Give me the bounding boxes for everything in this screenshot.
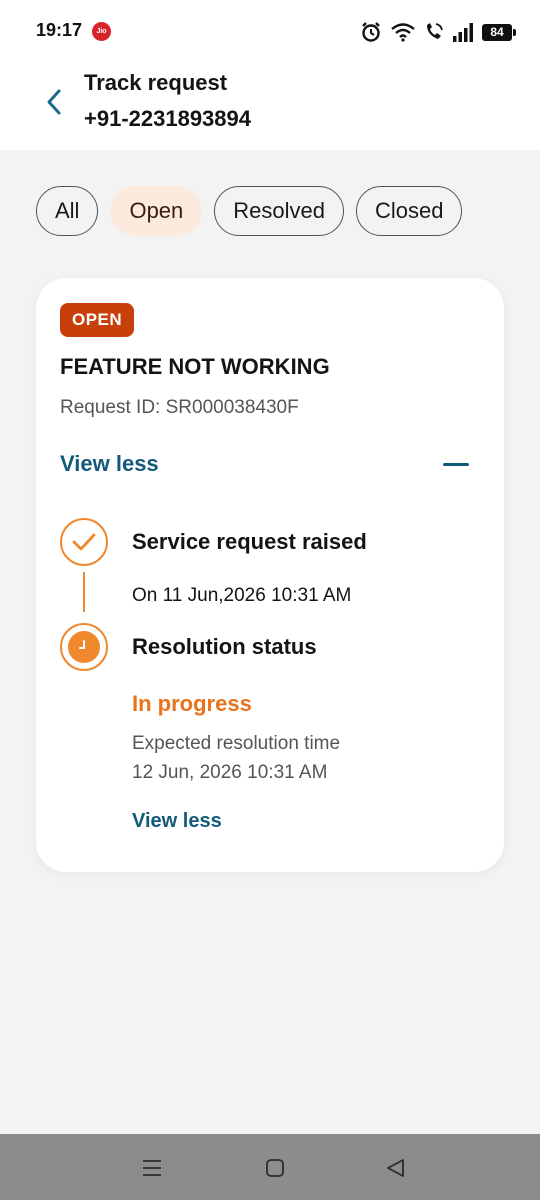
battery-icon: 84 <box>482 23 516 41</box>
timeline-title-raised: Service request raised <box>132 529 367 554</box>
back-icon <box>387 1159 404 1177</box>
timeline-connector <box>83 572 85 612</box>
request-title: FEATURE NOT WORKING <box>60 354 330 379</box>
collapse-button[interactable] <box>440 450 472 478</box>
expected-resolution-date: 12 Jun, 2026 10:31 AM <box>132 762 328 783</box>
filter-chips: All Open Resolved Closed <box>36 186 463 236</box>
nav-home-button[interactable] <box>259 1152 291 1184</box>
nav-recents-button[interactable] <box>136 1152 168 1184</box>
filter-open[interactable]: Open <box>110 186 203 236</box>
chevron-left-icon <box>47 89 61 115</box>
request-card: OPEN FEATURE NOT WORKING Request ID: SR0… <box>36 278 504 872</box>
request-id: Request ID: SR000038430F <box>60 397 299 418</box>
timeline-step-resolution <box>60 623 108 671</box>
app-header: Track request +91-2231893894 <box>0 62 540 150</box>
status-icons: 84 <box>360 20 516 44</box>
phone-number: +91-2231893894 <box>84 106 251 131</box>
alarm-icon <box>362 22 380 42</box>
timeline-date-raised: On 11 Jun,2026 10:31 AM <box>132 585 352 606</box>
view-less-bottom-link[interactable]: View less <box>132 810 222 833</box>
status-bar: 19:17 Jio 84 <box>0 0 540 62</box>
view-less-link[interactable]: View less <box>60 451 159 477</box>
resolution-status: In progress <box>132 691 252 716</box>
home-icon <box>266 1159 284 1177</box>
timeline-title-resolution: Resolution status <box>132 634 317 659</box>
nav-back-button[interactable] <box>380 1152 412 1184</box>
signal-icon <box>453 23 473 42</box>
status-time: 19:17 <box>36 20 83 40</box>
filter-resolved[interactable]: Resolved <box>214 186 344 236</box>
wifi-icon <box>391 23 415 42</box>
back-button[interactable] <box>36 84 72 120</box>
expected-resolution-label: Expected resolution time <box>132 733 341 754</box>
timeline-step-raised <box>60 518 108 566</box>
minus-icon <box>443 462 469 466</box>
menu-icon <box>143 1160 161 1176</box>
status-badge: OPEN <box>60 303 135 337</box>
filter-closed[interactable]: Closed <box>356 186 463 236</box>
wifi-calling-icon <box>427 23 443 39</box>
page-title: Track request <box>84 70 228 95</box>
filter-all[interactable]: All <box>36 186 99 236</box>
system-nav-bar <box>0 1134 540 1200</box>
clock-icon <box>68 631 100 663</box>
carrier-icon: Jio <box>92 22 111 41</box>
check-icon <box>72 533 96 551</box>
